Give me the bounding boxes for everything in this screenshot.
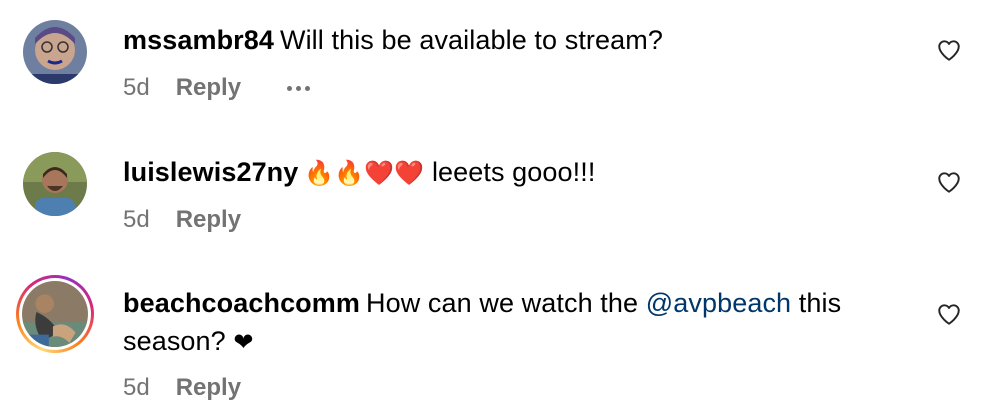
comment-meta: 5d Reply <box>123 373 241 403</box>
comment-username[interactable]: beachcoachcomm <box>123 288 360 318</box>
more-horizontal-icon[interactable] <box>287 85 311 91</box>
avatar[interactable] <box>22 281 88 347</box>
comment-text: beachcoachcomm How can we watch the @avpb… <box>123 284 893 361</box>
avatar[interactable] <box>23 20 87 84</box>
comment-meta: 5d Reply <box>123 73 311 103</box>
story-ring[interactable] <box>16 275 94 353</box>
heart-outline-icon[interactable] <box>936 37 962 63</box>
comment-username[interactable]: mssambr84 <box>123 25 274 55</box>
comment-meta: 5d Reply <box>123 205 241 235</box>
comment-timestamp[interactable]: 5d <box>123 373 150 403</box>
comment-text: luislewis27ny 🔥🔥❤️❤️ leeets gooo!!! <box>123 153 893 192</box>
comment-body: Will this be available to stream? <box>280 25 663 55</box>
heart-emoji: ❤ <box>233 328 254 356</box>
avatar[interactable] <box>23 152 87 216</box>
comment-body: leeets gooo!!! <box>431 157 596 187</box>
emoji: 🔥🔥❤️❤️ <box>304 159 425 187</box>
comment-username[interactable]: luislewis27ny <box>123 157 298 187</box>
heart-outline-icon[interactable] <box>936 169 962 195</box>
reply-button[interactable]: Reply <box>176 205 241 235</box>
comment-timestamp[interactable]: 5d <box>123 73 150 103</box>
comment-body: How can we watch the <box>366 288 639 318</box>
mention-link[interactable]: @avpbeach <box>646 288 791 318</box>
reply-button[interactable]: Reply <box>176 73 241 103</box>
heart-outline-icon[interactable] <box>936 301 962 327</box>
reply-button[interactable]: Reply <box>176 373 241 403</box>
comment-timestamp[interactable]: 5d <box>123 205 150 235</box>
comment-text: mssambr84 Will this be available to strea… <box>123 21 893 59</box>
